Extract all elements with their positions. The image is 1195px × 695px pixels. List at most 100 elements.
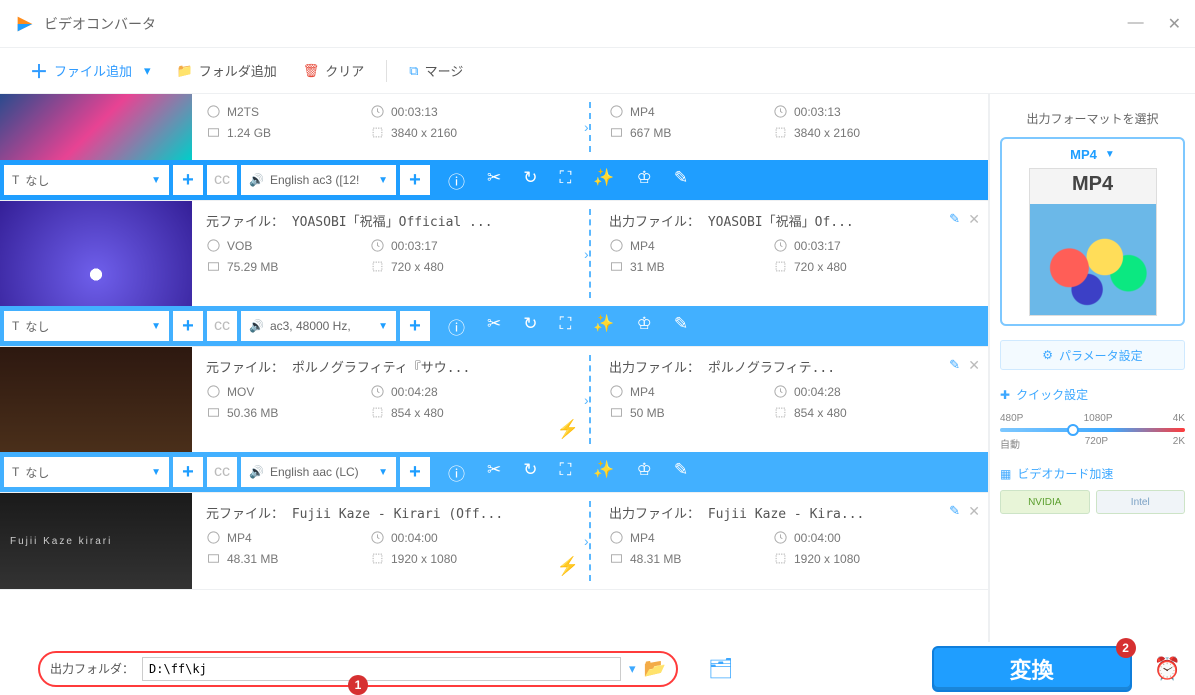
chevron-down-icon[interactable]: ▾: [144, 63, 151, 79]
output-filename: 出力ファイル： ポルノグラフィテ...: [609, 357, 974, 376]
merge-button[interactable]: ⧉ マージ: [399, 57, 473, 84]
cut-icon[interactable]: ✂: [487, 168, 501, 193]
edit-icon[interactable]: ✎: [674, 314, 688, 339]
output-folder-label: 出力フォルダ：: [50, 660, 134, 677]
window-title: ビデオコンバータ: [44, 14, 156, 34]
remove-item-button[interactable]: ✕: [968, 503, 980, 520]
audio-dropdown[interactable]: 🔊English ac3 ([12!▼: [241, 165, 396, 195]
subtitle-dropdown[interactable]: Tなし▼: [4, 165, 169, 195]
item-control-bar: Tなし▼ + cc 🔊English ac3 ([12!▼ + ⓘ ✂ ↻ ⛶ …: [0, 160, 988, 200]
list-item: Fujii Kaze kirari 元ファイル： Fujii Kaze - Ki…: [0, 493, 988, 590]
thumbnail[interactable]: Fujii Kaze kirari: [0, 493, 192, 589]
effects-icon[interactable]: ✨: [593, 460, 614, 485]
toolbar-separator: [386, 60, 387, 82]
info-icon[interactable]: ⓘ: [448, 460, 465, 485]
list-item: 元ファイル： YOASOBI「祝福」Official ... VOB 00:03…: [0, 201, 988, 347]
convert-button[interactable]: 変換 2: [932, 646, 1132, 692]
source-filename: 元ファイル： Fujii Kaze - Kirari (Off...: [206, 503, 571, 522]
crop-icon[interactable]: ⛶: [560, 314, 572, 339]
schedule-icon[interactable]: ⏰: [1154, 656, 1181, 682]
subtitle-dropdown[interactable]: Tなし▼: [4, 457, 169, 487]
thumbnail[interactable]: [0, 347, 192, 452]
cc-button[interactable]: cc: [207, 311, 237, 341]
sliders-icon: ⚙: [1042, 348, 1053, 362]
out-format: MP4: [609, 104, 769, 119]
src-duration: 00:03:13: [370, 104, 530, 119]
resolution-slider[interactable]: 480P 1080P 4K 自動 720P 2K: [1000, 413, 1185, 451]
sidebar-title: 出力フォーマットを選択: [1000, 110, 1185, 127]
effects-icon[interactable]: ✨: [593, 314, 614, 339]
add-file-button[interactable]: ＋ ファイル追加 ▾: [20, 54, 161, 88]
edit-output-icon[interactable]: ✎: [949, 357, 960, 373]
footer: 出力フォルダ： ▾ 📂 1 🗂 変換 2 ⏰: [0, 642, 1195, 695]
minimize-button[interactable]: —: [1128, 14, 1144, 34]
out-resolution: 3840 x 2160: [773, 125, 933, 140]
remove-item-button[interactable]: ✕: [968, 357, 980, 374]
src-size: 1.24 GB: [206, 125, 366, 140]
titlebar: ビデオコンバータ — ✕: [0, 0, 1195, 48]
annotation-marker-1: 1: [348, 675, 368, 695]
rotate-icon[interactable]: ↻: [523, 168, 537, 193]
intel-badge[interactable]: Intel: [1096, 490, 1186, 514]
output-folder-input[interactable]: [142, 657, 621, 681]
out-duration: 00:03:13: [773, 104, 933, 119]
thumbnail[interactable]: [0, 94, 192, 160]
subtitle-dropdown[interactable]: Tなし▼: [4, 311, 169, 341]
output-filename: 出力ファイル： Fujii Kaze - Kira...: [609, 503, 974, 522]
remove-item-button[interactable]: ✕: [968, 211, 980, 228]
output-folder-group: 出力フォルダ： ▾ 📂 1: [38, 651, 678, 687]
cc-button[interactable]: cc: [207, 165, 237, 195]
chip-icon: ▦: [1000, 467, 1011, 481]
cut-icon[interactable]: ✂: [487, 314, 501, 339]
add-audio-button[interactable]: +: [400, 457, 430, 487]
audio-dropdown[interactable]: 🔊English aac (LC)▼: [241, 457, 396, 487]
out-size: 667 MB: [609, 125, 769, 140]
output-format-selector[interactable]: MP4▼ MP4: [1000, 137, 1185, 326]
add-audio-button[interactable]: +: [400, 311, 430, 341]
add-subtitle-button[interactable]: +: [173, 311, 203, 341]
quick-settings-title: ✚ クイック設定: [1000, 386, 1185, 403]
plus-icon: ＋: [30, 58, 48, 84]
rotate-icon[interactable]: ↻: [523, 460, 537, 485]
edit-icon[interactable]: ✎: [674, 460, 688, 485]
column-separator: ›: [585, 94, 595, 160]
nvidia-badge[interactable]: NVIDIA: [1000, 490, 1090, 514]
chevron-down-icon: ▼: [1105, 149, 1115, 160]
edit-icon[interactable]: ✎: [674, 168, 688, 193]
sidebar: 出力フォーマットを選択 MP4▼ MP4 ⚙ パラメータ設定 ✚ クイック設定 …: [989, 94, 1195, 642]
cc-button[interactable]: cc: [207, 457, 237, 487]
effects-icon[interactable]: ✨: [593, 168, 614, 193]
list-item: M2TS 00:03:13 1.24 GB 3840 x 2160 › MP4 …: [0, 94, 988, 201]
watermark-icon[interactable]: ♔: [637, 460, 652, 485]
list-item: 元ファイル： ポルノグラフィティ『サウ... MOV 00:04:28 50.3…: [0, 347, 988, 493]
chevron-down-icon[interactable]: ▾: [629, 661, 636, 677]
crop-icon[interactable]: ⛶: [560, 460, 572, 485]
rotate-icon[interactable]: ↻: [523, 314, 537, 339]
slider-thumb[interactable]: [1067, 424, 1079, 436]
parameter-settings-button[interactable]: ⚙ パラメータ設定: [1000, 340, 1185, 370]
plus-icon: ✚: [1000, 388, 1010, 402]
source-filename: 元ファイル： YOASOBI「祝福」Official ...: [206, 211, 571, 230]
close-button[interactable]: ✕: [1168, 14, 1181, 34]
add-subtitle-button[interactable]: +: [173, 165, 203, 195]
add-folder-button[interactable]: 📁 フォルダ追加: [167, 57, 287, 84]
source-filename: 元ファイル： ポルノグラフィティ『サウ...: [206, 357, 571, 376]
format-thumbnail: MP4: [1029, 168, 1157, 316]
cut-icon[interactable]: ✂: [487, 460, 501, 485]
thumbnail[interactable]: [0, 201, 192, 306]
add-audio-button[interactable]: +: [400, 165, 430, 195]
crop-icon[interactable]: ⛶: [560, 168, 572, 193]
src-format: M2TS: [206, 104, 366, 119]
edit-output-icon[interactable]: ✎: [949, 211, 960, 227]
browse-folder-icon[interactable]: 📂: [644, 658, 666, 679]
info-icon[interactable]: ⓘ: [448, 168, 465, 193]
edit-output-icon[interactable]: ✎: [949, 503, 960, 519]
watermark-icon[interactable]: ♔: [637, 168, 652, 193]
watermark-icon[interactable]: ♔: [637, 314, 652, 339]
clear-button[interactable]: 🗑 クリア: [293, 57, 375, 84]
info-icon[interactable]: ⓘ: [448, 314, 465, 339]
open-output-icon[interactable]: 🗂: [708, 656, 733, 681]
add-subtitle-button[interactable]: +: [173, 457, 203, 487]
trash-icon: 🗑: [303, 63, 320, 79]
audio-dropdown[interactable]: 🔊ac3, 48000 Hz,▼: [241, 311, 396, 341]
